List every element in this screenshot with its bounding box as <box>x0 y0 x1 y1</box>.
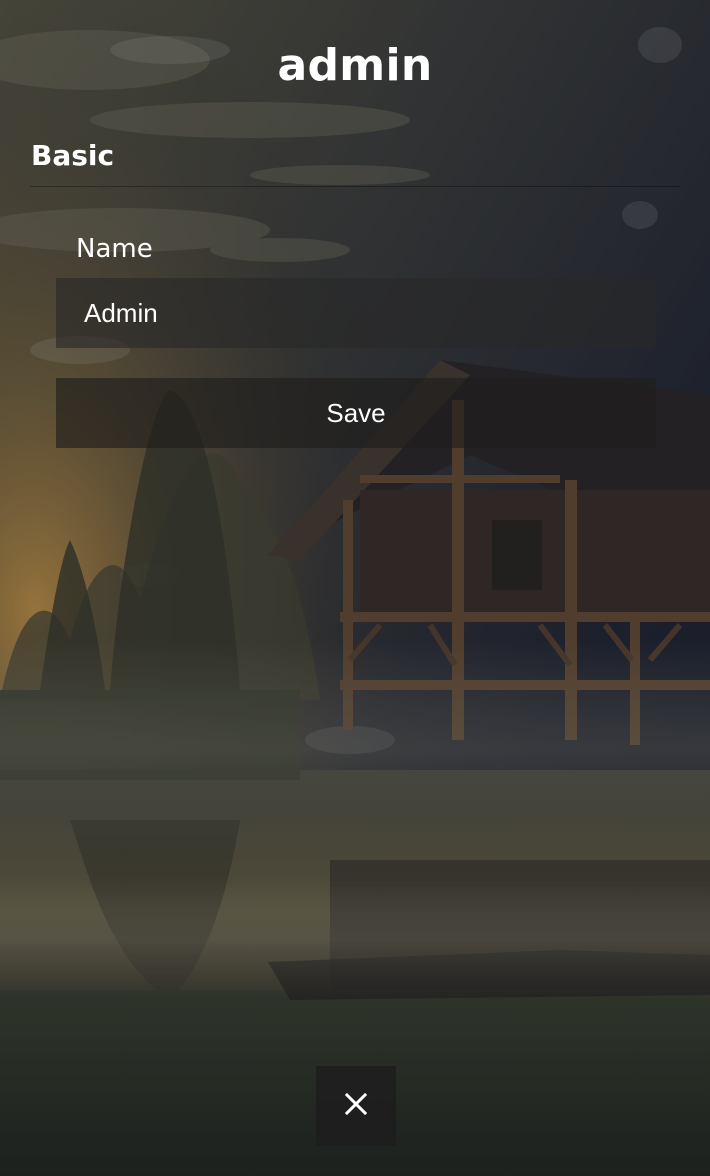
close-icon <box>344 1092 368 1116</box>
section-heading-basic: Basic <box>31 139 115 172</box>
profile-panel: admin Basic Name Save <box>0 0 710 1176</box>
page-title: admin <box>277 40 433 91</box>
save-button[interactable]: Save <box>56 378 656 448</box>
name-field-label: Name <box>76 234 153 264</box>
section-divider <box>30 186 680 187</box>
name-input[interactable] <box>56 278 656 348</box>
close-button[interactable] <box>316 1066 396 1146</box>
